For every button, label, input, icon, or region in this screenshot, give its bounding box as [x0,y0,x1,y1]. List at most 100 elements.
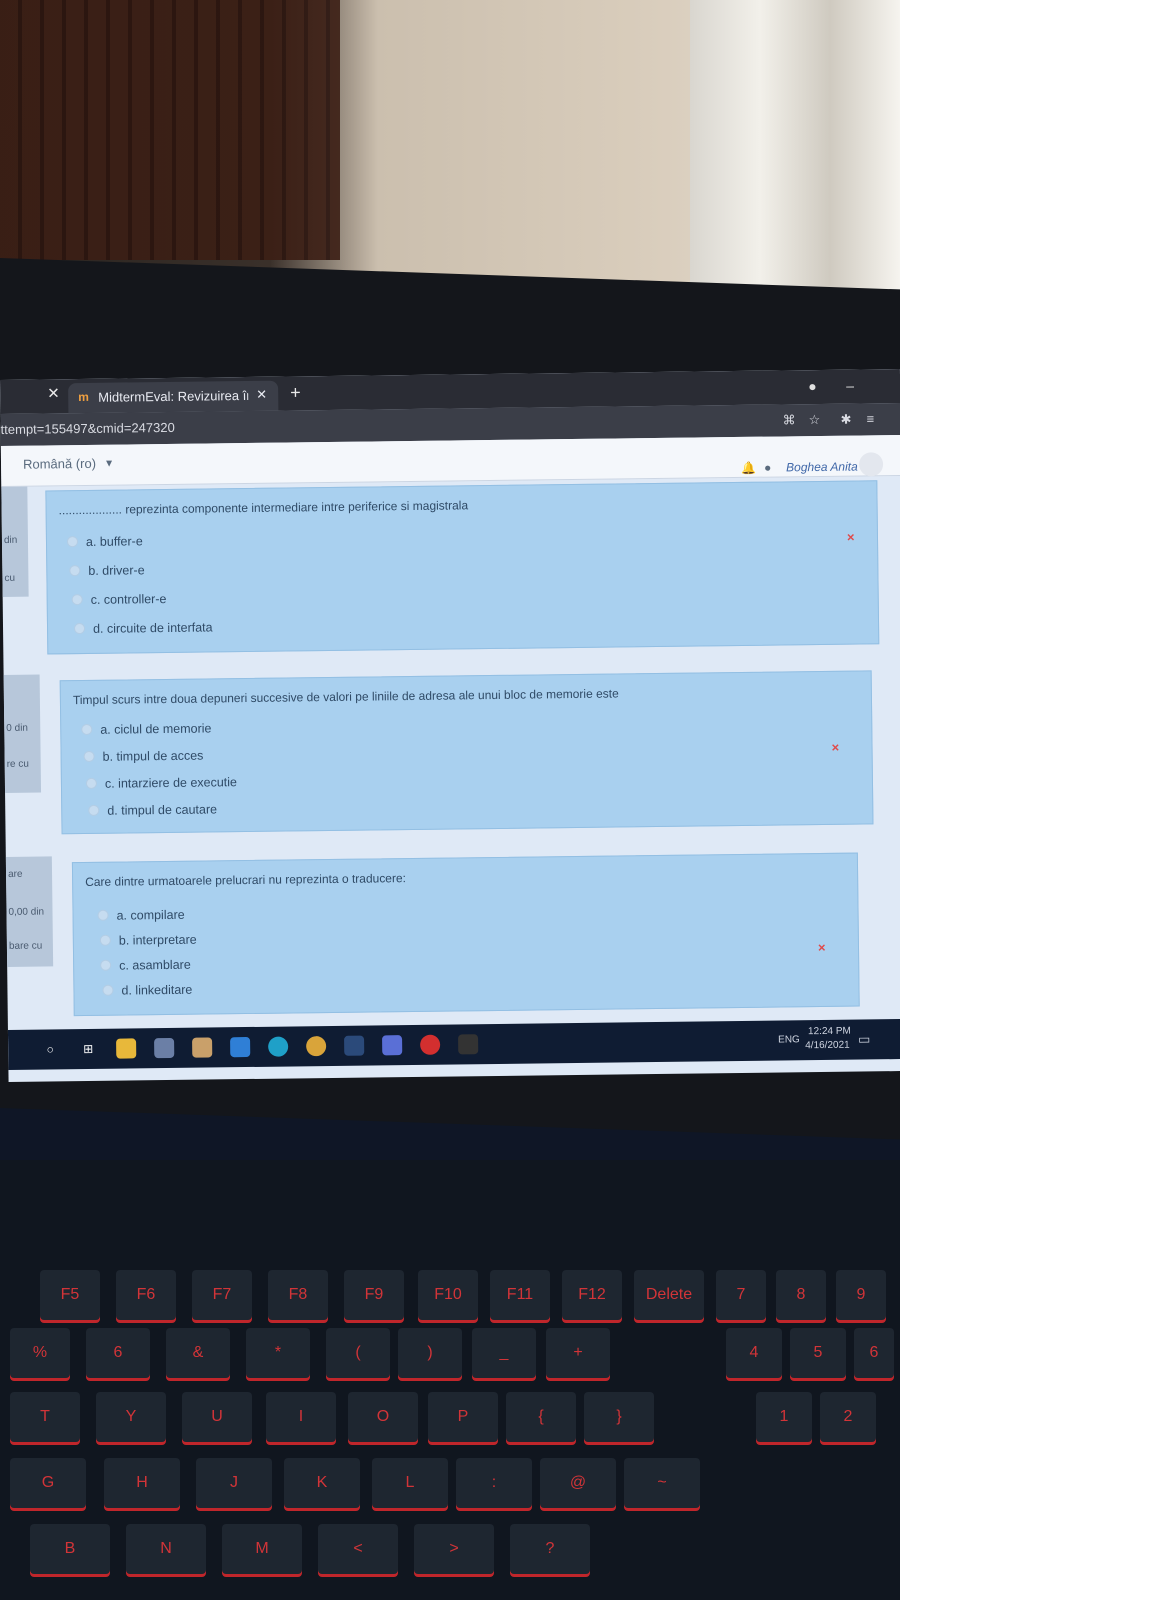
quiz-content: din cu ................... reprezinta co… [1,476,900,1027]
key: Y [96,1392,166,1442]
radio-button[interactable] [73,622,86,635]
radio-button[interactable] [71,594,83,606]
translate-icon[interactable]: ⌘ [782,412,795,428]
chevron-down-icon: ▾ [105,455,113,470]
store-icon[interactable] [192,1037,213,1058]
answer-option[interactable]: c. controller-e [71,592,167,607]
wrong-mark-icon: × [817,939,826,956]
radio-button[interactable] [100,959,112,971]
answer-option[interactable]: d. linkeditare [102,983,192,998]
opera-icon[interactable] [420,1034,441,1055]
key: 6 [86,1328,150,1378]
photo: ✕ m MidtermEval: Revizuirea încercări ✕ … [0,0,900,1600]
key: F11 [490,1270,550,1320]
browser-tab[interactable]: m MidtermEval: Revizuirea încercări ✕ [68,380,279,414]
search-icon[interactable]: ○ [40,1039,60,1059]
radio-button[interactable] [69,565,81,577]
info-text: cu [4,572,16,584]
taskbar: ○ ⊞ ENG 12:24 PM 4/16/2021 ▭ [7,1018,900,1070]
star-icon[interactable]: ☆ [808,412,820,428]
task-view-icon[interactable]: ⊞ [78,1039,98,1059]
key: M [222,1524,302,1574]
key: O [348,1392,418,1442]
minimize-icon[interactable]: – [846,378,854,394]
answer-option[interactable]: b. interpretare [99,933,197,948]
key: { [506,1392,576,1442]
mail-icon[interactable] [230,1036,251,1058]
answer-option[interactable]: b. driver-e [69,563,145,578]
question-text: ................... reprezinta component… [58,498,469,518]
radio-button[interactable] [99,934,111,946]
key: & [166,1328,230,1378]
reading-list-icon[interactable]: ≡ [866,411,874,426]
key: L [372,1458,448,1508]
key: @ [540,1458,616,1508]
key: + [546,1328,610,1378]
language-menu[interactable]: Română (ro) [23,456,96,472]
laptop-screen: ✕ m MidtermEval: Revizuirea încercări ✕ … [0,369,900,1082]
puzzle-icon[interactable]: ✱ [840,412,851,428]
key: 5 [790,1328,846,1378]
question-box: Care dintre urmatoarele prelucrari nu re… [71,852,860,1017]
avatar[interactable] [858,452,884,477]
key: F10 [418,1270,478,1320]
radio-button[interactable] [83,750,95,763]
key: F8 [268,1270,328,1320]
clock-date[interactable]: 4/16/2021 [805,1040,850,1052]
url-text[interactable]: ttempt=155497&cmid=247320 [1,420,175,437]
key: U [182,1392,252,1442]
language-indicator[interactable]: ENG [778,1034,800,1045]
epic-games-icon[interactable] [458,1034,479,1055]
answer-option[interactable]: b. timpul de acces [83,749,203,764]
question-info: 0 din re cu [3,674,42,793]
user-name[interactable]: Boghea Anita [786,460,858,475]
key: J [196,1458,272,1508]
answer-option[interactable]: d. circuite de interfata [73,620,213,636]
key: 1 [756,1392,812,1442]
radio-button[interactable] [66,536,79,548]
stack-icon[interactable] [154,1037,175,1059]
question-info: din cu [1,486,29,597]
message-icon[interactable]: ● [764,461,771,475]
cabinet [0,0,340,260]
profile-icon[interactable]: ● [808,378,817,394]
info-text: din [3,534,18,546]
answer-option[interactable]: a. buffer-e [66,534,143,549]
tab-title: MidtermEval: Revizuirea încercări [98,387,249,405]
steam-icon[interactable] [344,1035,365,1056]
key: : [456,1458,532,1508]
radio-button[interactable] [85,777,98,789]
key: 6 [854,1328,894,1378]
answer-option[interactable]: d. timpul de cautare [88,802,217,818]
key: F7 [192,1270,252,1320]
key: 2 [820,1392,876,1442]
laptop-keyboard: F5 F6 F7 F8 F9 F10 F11 F12 Delete 7 8 9 … [0,1160,900,1600]
key: P [428,1392,498,1442]
close-icon[interactable]: ✕ [256,387,267,403]
file-explorer-icon[interactable] [116,1038,137,1059]
key: < [318,1524,398,1574]
edge-icon[interactable] [268,1036,289,1057]
key: F9 [344,1270,404,1320]
notification-icon[interactable]: ▭ [858,1031,870,1047]
key: _ [472,1328,536,1378]
radio-button[interactable] [81,723,93,736]
key: H [104,1458,180,1508]
bell-icon[interactable]: 🔔 [741,461,756,475]
answer-option[interactable]: a. ciclul de memorie [81,721,212,737]
question-info: are 0,00 din bare cu [5,856,54,967]
answer-option[interactable]: a. compilare [97,908,185,923]
chrome-icon[interactable] [306,1036,327,1057]
radio-button[interactable] [88,804,100,816]
key: 4 [726,1328,782,1378]
discord-icon[interactable] [382,1035,403,1056]
radio-button[interactable] [97,909,109,921]
radio-button[interactable] [102,984,114,996]
answer-option[interactable]: c. asamblare [100,958,191,973]
close-icon[interactable]: ✕ [47,384,60,402]
key: 9 [836,1270,886,1320]
plus-icon[interactable]: + [290,382,301,403]
clock-time[interactable]: 12:24 PM [808,1026,851,1038]
answer-option[interactable]: c. intarziere de executie [85,775,237,791]
key: ~ [624,1458,700,1508]
